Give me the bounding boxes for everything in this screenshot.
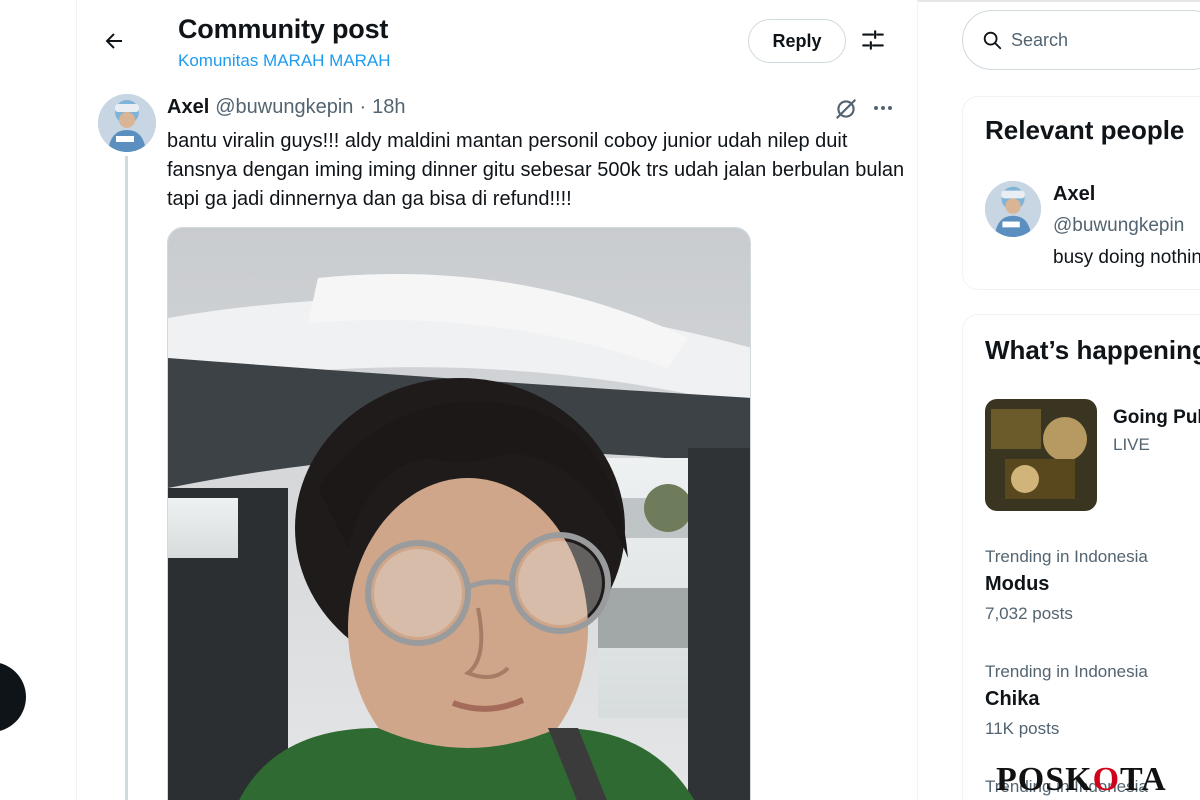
floating-action-button[interactable]	[0, 662, 26, 732]
post-text: bantu viralin guys!!! aldy maldini manta…	[167, 130, 905, 210]
trend-item[interactable]: Trending in Indonesia Chika 11K posts	[985, 662, 1148, 739]
more-icon[interactable]	[869, 94, 897, 122]
author-name[interactable]: Axel	[167, 96, 209, 119]
post-image[interactable]	[167, 227, 751, 800]
sliders-icon	[862, 30, 884, 50]
watermark-prefix: POSK	[996, 761, 1093, 798]
thread-line	[125, 156, 128, 800]
trend-context: Trending in Indonesia	[985, 662, 1148, 681]
reply-button[interactable]: Reply	[748, 19, 846, 63]
back-button[interactable]	[97, 24, 131, 58]
community-link[interactable]: Komunitas MARAH MARAH	[178, 51, 391, 71]
person-name[interactable]: Axel	[1053, 183, 1095, 206]
separator-dot: ·	[359, 96, 367, 118]
person-handle[interactable]: @buwungkepin	[1053, 215, 1184, 237]
relevant-people-title: Relevant people	[985, 115, 1185, 145]
whats-happening-title: What’s happening	[985, 335, 1200, 365]
search-placeholder: Search	[1011, 29, 1069, 50]
arrow-left-icon	[105, 33, 122, 49]
live-badge: LIVE	[1113, 435, 1150, 454]
page-title: Community post	[178, 14, 389, 44]
main-column: Community post Komunitas MARAH MARAH Rep…	[76, 0, 918, 800]
right-sidebar: Search Relevant people Axel @buwungkepin…	[918, 0, 1200, 800]
page-header: Community post Komunitas MARAH MARAH Rep…	[77, 0, 917, 80]
search-input[interactable]: Search	[962, 10, 1200, 70]
post-time[interactable]: 18h	[372, 96, 405, 119]
trend-count: 11K posts	[985, 719, 1060, 738]
watermark-accent: O	[1092, 761, 1121, 798]
post-header: Axel @buwungkepin · 18h	[167, 96, 405, 119]
relevant-people-card: Relevant people Axel @buwungkepin busy d…	[962, 96, 1200, 290]
live-thumbnail[interactable]	[985, 399, 1097, 511]
author-handle[interactable]: @buwungkepin	[215, 96, 353, 119]
community-post: Axel @buwungkepin · 18h bantu viralin gu…	[77, 80, 917, 800]
person-bio: busy doing nothing	[1053, 247, 1200, 268]
trend-count: 7,032 posts	[985, 604, 1073, 623]
search-icon	[983, 31, 1002, 50]
trend-context: Trending in Indonesia	[985, 547, 1148, 566]
filter-button[interactable]	[855, 22, 891, 58]
watermark-logo: POSK O TA	[996, 761, 1167, 798]
trend-name: Modus	[985, 573, 1050, 595]
trend-item[interactable]: Trending in Indonesia Modus 7,032 posts	[985, 547, 1148, 624]
grok-icon[interactable]	[833, 96, 859, 122]
left-gutter	[0, 0, 76, 800]
trend-name: Chika	[985, 688, 1040, 710]
whats-happening-card: What’s happening Going Public LIVE Trend…	[962, 314, 1200, 800]
watermark-suffix: TA	[1120, 761, 1167, 798]
avatar[interactable]	[98, 94, 156, 152]
avatar[interactable]	[985, 181, 1041, 237]
live-title[interactable]: Going Public	[1113, 407, 1200, 429]
